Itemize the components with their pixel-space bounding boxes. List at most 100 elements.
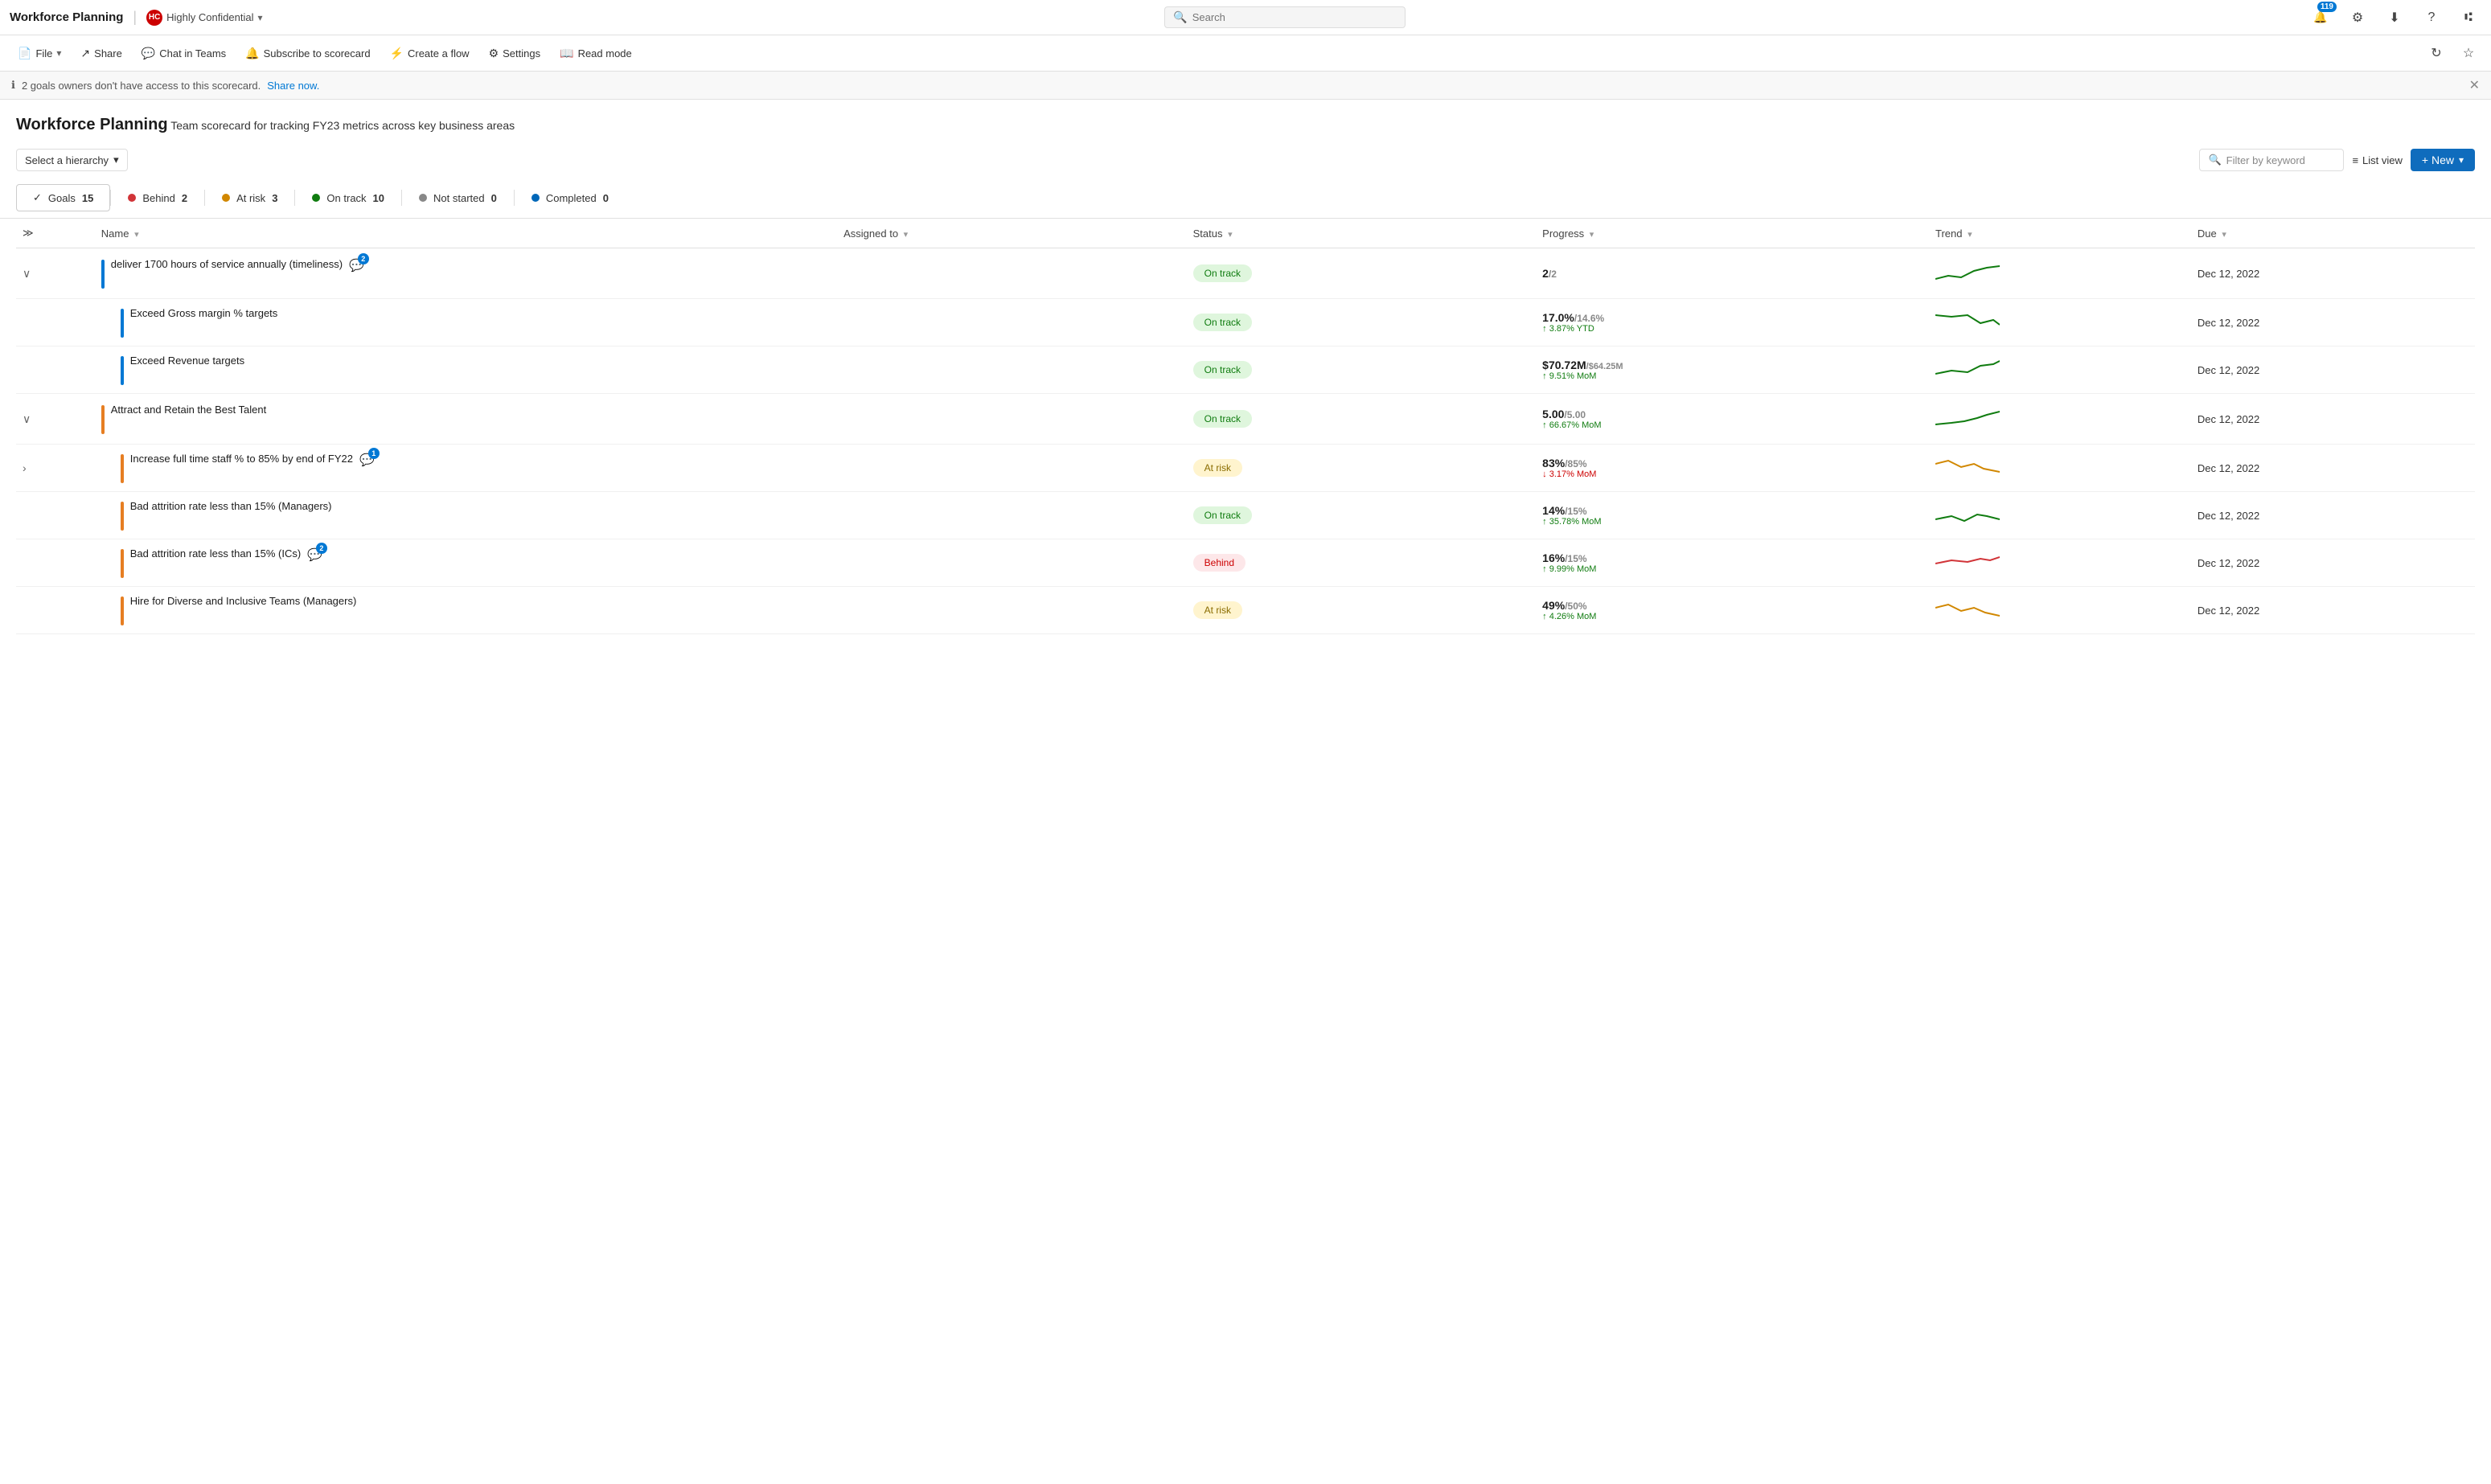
settings-icon-btn[interactable]: ⚙	[2345, 5, 2370, 31]
row4-expand[interactable]: ∨	[16, 394, 95, 445]
goal-name[interactable]: Attract and Retain the Best Talent	[111, 404, 266, 416]
create-flow-button[interactable]: ⚡ Create a flow	[382, 43, 478, 64]
stat-at-risk[interactable]: At risk 3	[205, 185, 294, 211]
file-icon: 📄	[18, 47, 31, 60]
row7-status: Behind	[1187, 539, 1537, 587]
th-status[interactable]: Status ▾	[1187, 219, 1537, 248]
comment-icon[interactable]: 💬2	[307, 547, 322, 562]
th-due[interactable]: Due ▾	[2191, 219, 2475, 248]
star-icon-btn[interactable]: ☆	[2456, 40, 2481, 66]
progress-change: ↑ 3.87% YTD	[1542, 324, 1923, 334]
row6-due: Dec 12, 2022	[2191, 492, 2475, 539]
row1-expand[interactable]: ∨	[16, 248, 95, 299]
controls-row: Select a hierarchy ▾ 🔍 Filter by keyword…	[0, 142, 2491, 178]
share-button[interactable]: ↗ Share	[72, 43, 129, 64]
stat-completed[interactable]: Completed 0	[515, 185, 626, 211]
separator: |	[133, 9, 137, 26]
due-sort-icon: ▾	[2222, 230, 2226, 240]
goal-name[interactable]: Bad attrition rate less than 15% (ICs)	[130, 547, 301, 560]
row2-trend	[1929, 299, 2191, 346]
row5-expand[interactable]: ›	[16, 445, 95, 492]
th-name[interactable]: Name ▾	[95, 219, 837, 248]
download-icon-btn[interactable]: ⬇	[2382, 5, 2407, 31]
goal-name[interactable]: deliver 1700 hours of service annually (…	[111, 258, 343, 270]
chat-teams-button[interactable]: 💬 Chat in Teams	[133, 43, 234, 64]
goal-name-wrapper: deliver 1700 hours of service annually (…	[101, 258, 831, 289]
share-now-link[interactable]: Share now.	[267, 80, 319, 92]
search-input[interactable]	[1192, 11, 1397, 23]
filter-input[interactable]: 🔍 Filter by keyword	[2199, 149, 2344, 171]
alert-icon: ℹ	[11, 79, 15, 92]
row4-progress: 5.00/5.00 ↑ 66.67% MoM	[1536, 394, 1929, 445]
goal-name[interactable]: Exceed Revenue targets	[130, 355, 244, 367]
collapse-icon[interactable]: ∨	[23, 412, 31, 426]
subscribe-icon: 🔔	[245, 47, 259, 60]
list-view-button[interactable]: ≡ List view	[2352, 154, 2402, 166]
color-bar	[101, 260, 105, 289]
progress-target: /2	[1549, 269, 1557, 280]
color-bar	[121, 502, 124, 531]
confidential-dropdown[interactable]: ▾	[258, 12, 263, 23]
hierarchy-select[interactable]: Select a hierarchy ▾	[16, 149, 128, 171]
table-row: Hire for Diverse and Inclusive Teams (Ma…	[16, 587, 2475, 634]
row4-status: On track	[1187, 394, 1537, 445]
progress-change: ↓ 3.17% MoM	[1542, 469, 1923, 479]
stat-behind[interactable]: Behind 2	[111, 185, 204, 211]
progress-target: /$64.25M	[1586, 362, 1623, 371]
row1-due: Dec 12, 2022	[2191, 248, 2475, 299]
goal-name[interactable]: Increase full time staff % to 85% by end…	[130, 453, 353, 465]
row5-due: Dec 12, 2022	[2191, 445, 2475, 492]
help-icon-btn[interactable]: ?	[2419, 5, 2444, 31]
comment-icon[interactable]: 💬1	[359, 453, 375, 467]
read-mode-button[interactable]: 📖 Read mode	[552, 43, 640, 64]
goal-name[interactable]: Bad attrition rate less than 15% (Manage…	[130, 500, 332, 512]
not-started-count: 0	[491, 192, 497, 204]
top-bar-left: Workforce Planning | HC Highly Confident…	[10, 9, 263, 26]
expand-icon[interactable]: ›	[23, 461, 27, 474]
subscribe-button[interactable]: 🔔 Subscribe to scorecard	[237, 43, 378, 64]
trend-chart	[1935, 596, 2000, 622]
stat-on-track[interactable]: On track 10	[295, 185, 401, 211]
refresh-icon-btn[interactable]: ↻	[2423, 40, 2449, 66]
bell-icon: 🔔	[2313, 10, 2327, 24]
goal-name-wrapper: Attract and Retain the Best Talent	[101, 404, 831, 434]
th-progress[interactable]: Progress ▾	[1536, 219, 1929, 248]
comment-icon[interactable]: 💬2	[349, 258, 364, 273]
notifications-button[interactable]: 🔔 119	[2308, 5, 2333, 31]
row2-assigned	[837, 299, 1187, 346]
status-badge: On track	[1193, 506, 1252, 524]
read-mode-label: Read mode	[578, 47, 632, 59]
progress-change: ↑ 35.78% MoM	[1542, 517, 1923, 527]
row7-trend	[1929, 539, 2191, 587]
stat-goals[interactable]: ✓ Goals 15	[16, 184, 110, 211]
not-started-dot	[419, 194, 427, 202]
confidential-label: Highly Confidential	[166, 11, 253, 23]
expand-all-icon[interactable]: ≫	[23, 227, 34, 239]
file-label: File	[35, 47, 52, 59]
row5-assigned	[837, 445, 1187, 492]
new-button[interactable]: + New ▾	[2411, 149, 2475, 171]
search-bar[interactable]: 🔍	[1164, 6, 1406, 28]
row3-expand	[16, 346, 95, 394]
controls-right: 🔍 Filter by keyword ≡ List view + New ▾	[2199, 149, 2475, 171]
status-badge: At risk	[1193, 459, 1242, 477]
share-network-icon-btn[interactable]: ⑆	[2456, 5, 2481, 31]
read-icon: 📖	[560, 47, 573, 60]
row2-expand	[16, 299, 95, 346]
status-badge: On track	[1193, 361, 1252, 379]
name-sort-icon: ▾	[134, 230, 139, 240]
th-assigned[interactable]: Assigned to ▾	[837, 219, 1187, 248]
collapse-icon[interactable]: ∨	[23, 267, 31, 281]
th-trend[interactable]: Trend ▾	[1929, 219, 2191, 248]
goal-name[interactable]: Exceed Gross margin % targets	[130, 307, 278, 319]
file-button[interactable]: 📄 File ▾	[10, 43, 69, 64]
progress-main: 2/2	[1542, 267, 1557, 280]
row8-due: Dec 12, 2022	[2191, 587, 2475, 634]
alert-close-button[interactable]: ✕	[2469, 77, 2480, 93]
table-row: ∨ deliver 1700 hours of service annually…	[16, 248, 2475, 299]
goal-name[interactable]: Hire for Diverse and Inclusive Teams (Ma…	[130, 595, 357, 607]
top-bar-right: 🔔 119 ⚙ ⬇ ? ⑆	[2308, 5, 2481, 31]
settings-button[interactable]: ⚙ Settings	[481, 43, 549, 64]
completed-label: Completed	[546, 192, 597, 204]
stat-not-started[interactable]: Not started 0	[402, 185, 514, 211]
